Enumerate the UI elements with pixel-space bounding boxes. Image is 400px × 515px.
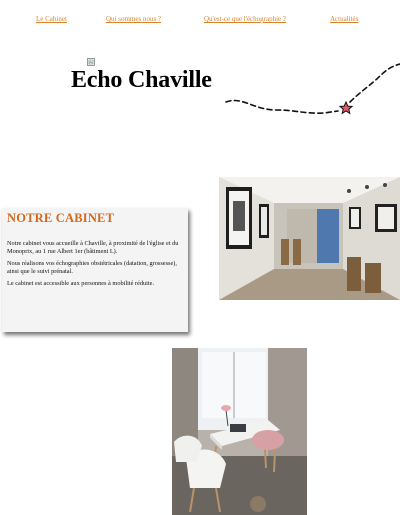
nav-link-cabinet[interactable]: Le Cabinet	[36, 15, 67, 23]
broken-image-glyph	[88, 59, 94, 65]
cabinet-heading: NOTRE CABINET	[7, 211, 115, 225]
nav-link-echographie[interactable]: Qu'est-ce que l'échographie ?	[204, 15, 286, 23]
star-icon	[338, 100, 354, 115]
cabinet-paragraph-location: Notre cabinet vous accueille à Chaville,…	[7, 240, 179, 255]
office-photo	[172, 348, 307, 515]
corridor-photo	[219, 177, 400, 300]
cabinet-paragraph-accessibility: Le cabinet est accessible aux personnes …	[7, 280, 155, 287]
nav-link-qui-sommes-nous[interactable]: Qui sommes nous ?	[106, 15, 161, 23]
notre-cabinet-card: NOTRE CABINET Notre cabinet vous accueil…	[2, 208, 188, 332]
cabinet-paragraph-services: Nous réalisons vos échographies obstétri…	[7, 260, 177, 275]
main-nav: Le Cabinet Qui sommes nous ? Qu'est-ce q…	[0, 15, 400, 27]
nav-link-actualites[interactable]: Actualités	[330, 15, 358, 23]
dashed-path-decoration	[225, 63, 400, 115]
site-title: Echo Chaville	[71, 67, 212, 93]
broken-image-icon	[87, 58, 95, 66]
